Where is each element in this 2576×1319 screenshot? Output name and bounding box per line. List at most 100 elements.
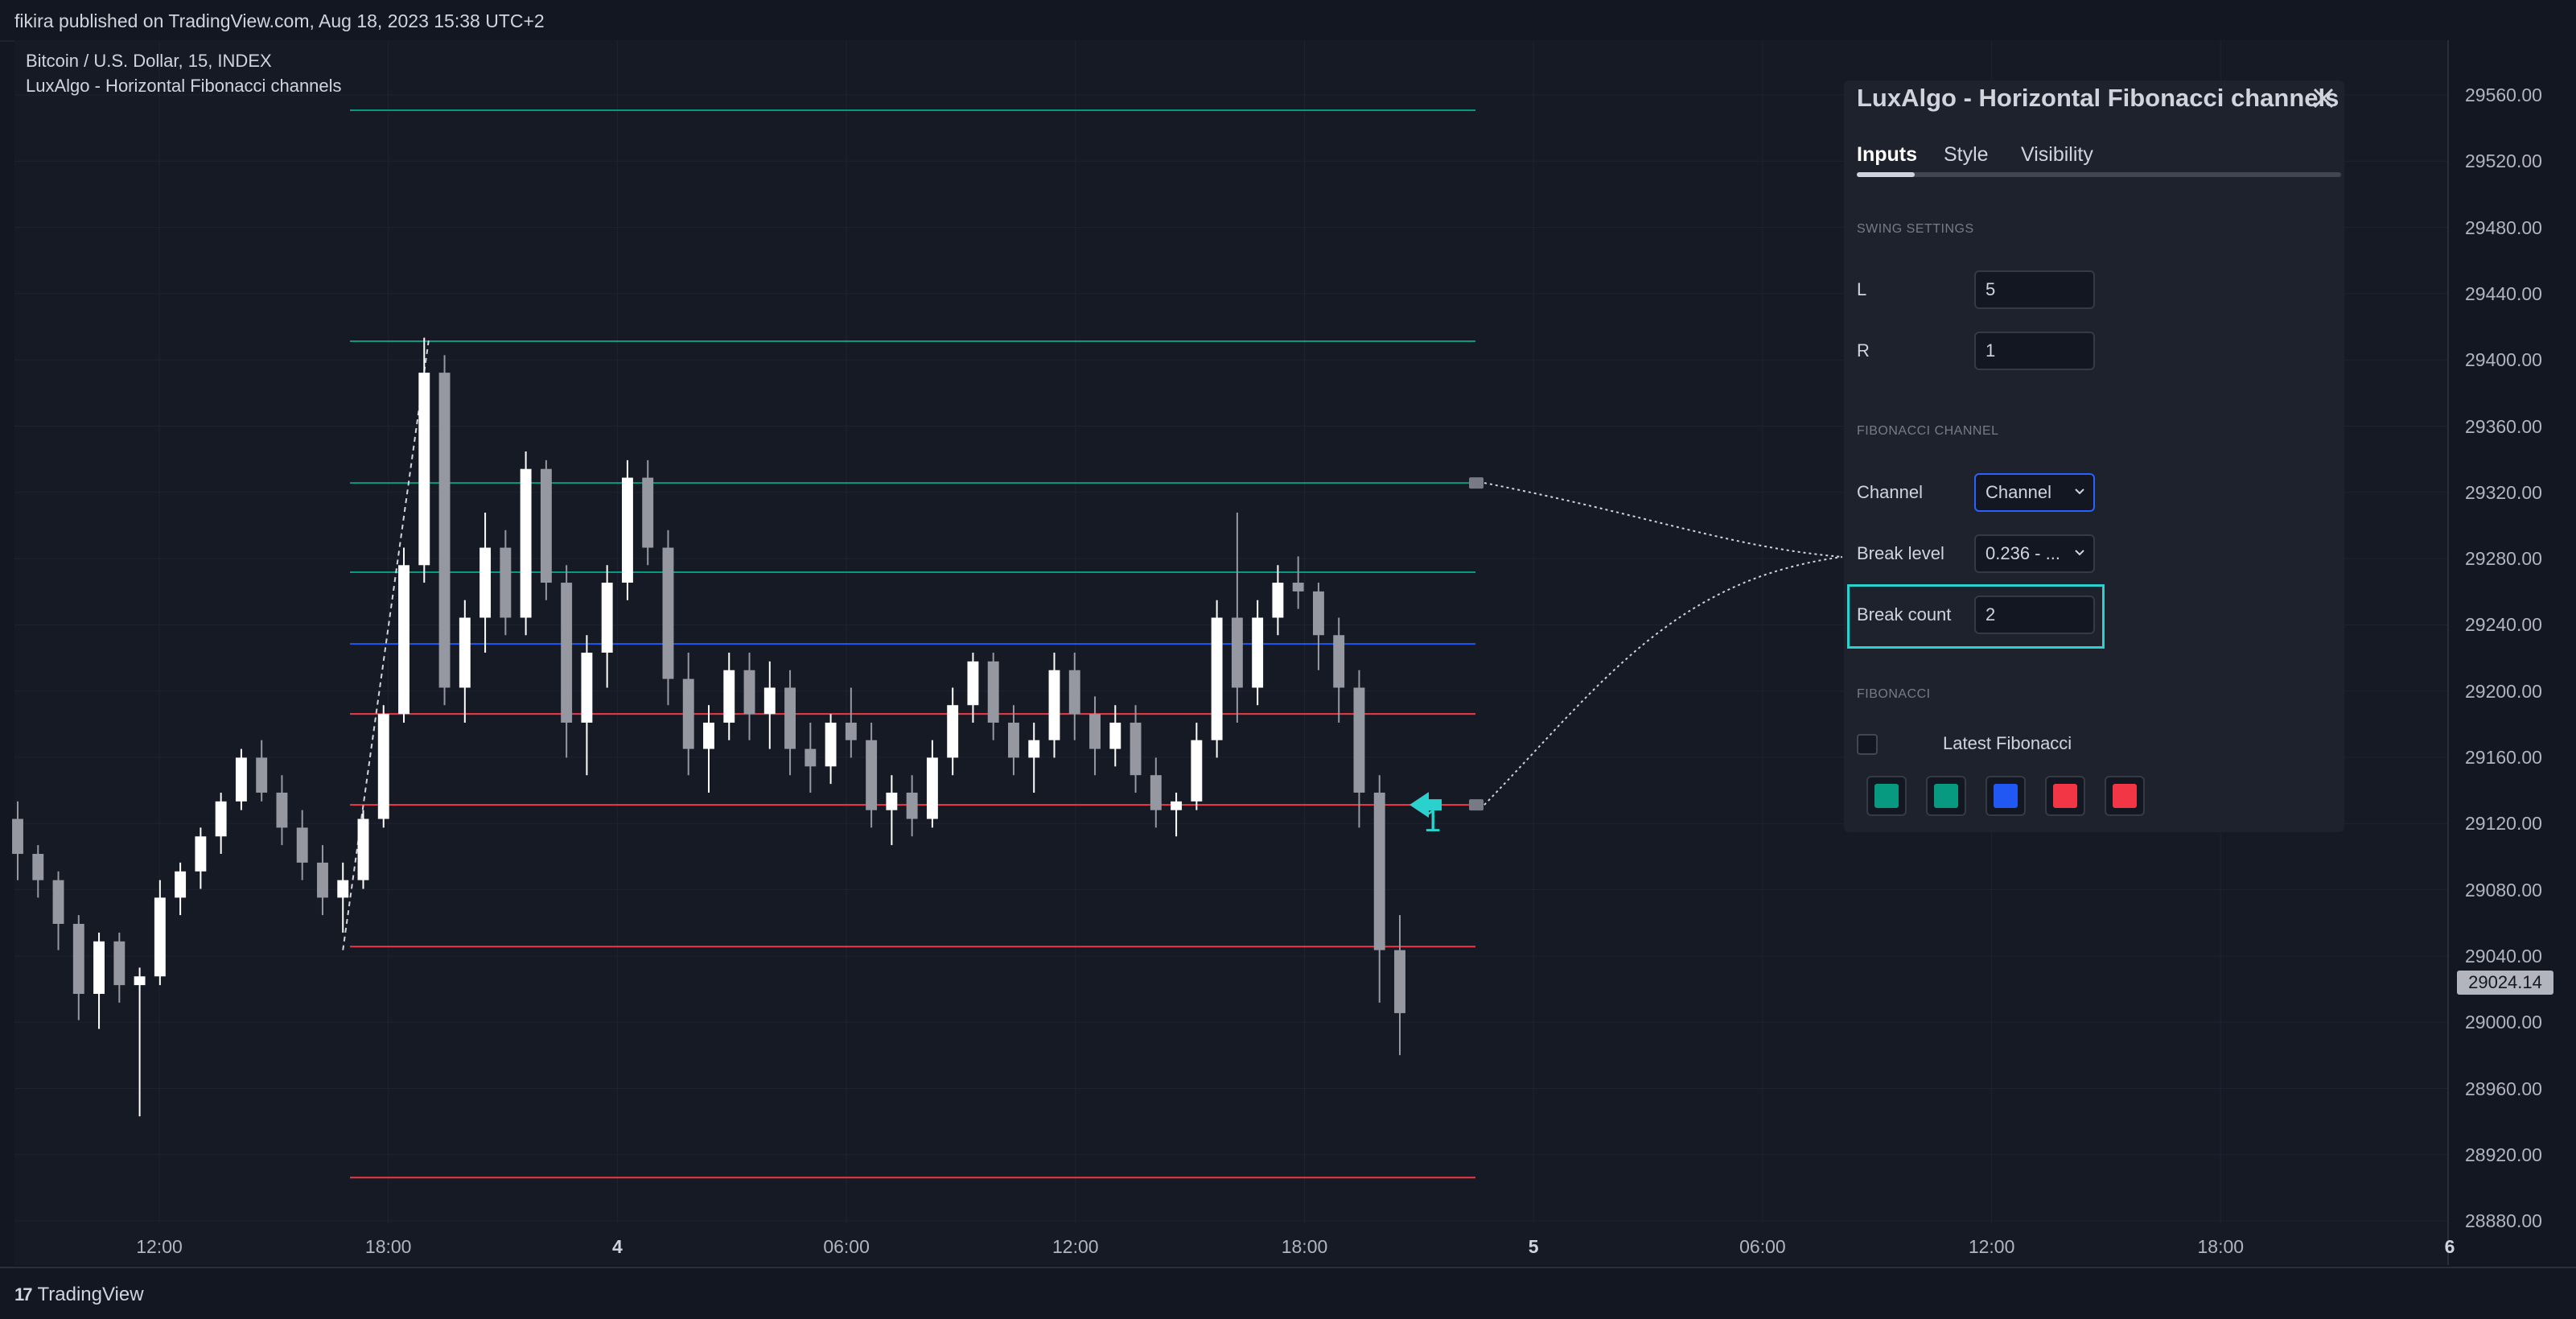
tradingview-logo[interactable]: 17 TradingView xyxy=(14,1284,144,1306)
price-axis-label: 29320.00 xyxy=(2465,481,2542,503)
price-axis-label: 29360.00 xyxy=(2465,415,2542,437)
line-handle xyxy=(1469,799,1483,811)
color-swatch-fill xyxy=(1994,784,2018,808)
candle-body xyxy=(703,722,714,749)
candle-body xyxy=(621,477,633,583)
candle-body xyxy=(1171,801,1183,810)
candle-body xyxy=(438,373,451,688)
candle-body xyxy=(12,818,23,855)
l-input[interactable]: 5 xyxy=(1974,270,2095,309)
price-axis-label: 28920.00 xyxy=(2465,1144,2542,1165)
candle-body xyxy=(1353,687,1365,793)
candle-body xyxy=(662,547,674,679)
candle-body xyxy=(723,670,735,723)
close-icon[interactable] xyxy=(2311,85,2336,111)
candle-body xyxy=(967,661,979,706)
candle-body xyxy=(540,468,552,583)
price-axis-label: 28880.00 xyxy=(2465,1210,2542,1232)
section-fibonacci: FIBONACCI xyxy=(1857,687,1931,701)
candle-body xyxy=(256,757,268,793)
candle-body xyxy=(1191,740,1203,802)
candle-body xyxy=(1150,775,1162,810)
section-fibonacci-channel: FIBONACCI CHANNEL xyxy=(1857,424,1999,438)
candle-body xyxy=(93,941,105,994)
color-swatch-fill xyxy=(2113,784,2137,808)
candle-body xyxy=(845,722,857,740)
color-swatch-fill xyxy=(1874,784,1899,808)
candle-body xyxy=(1130,722,1142,776)
candle-body xyxy=(276,792,288,828)
candle-body xyxy=(784,687,796,749)
indicator-settings-dialog xyxy=(1844,80,2344,832)
candle-body xyxy=(987,661,999,723)
latest-fibonacci-label: Latest Fibonacci xyxy=(1943,733,2072,753)
annotation-number: 1 xyxy=(1424,805,1442,839)
candle-body xyxy=(418,373,430,566)
candle-body xyxy=(1211,617,1223,740)
candle-body xyxy=(561,583,573,723)
r-label: R xyxy=(1857,340,1870,361)
chevron-down-icon xyxy=(2075,550,2084,556)
color-swatch[interactable] xyxy=(2105,776,2145,816)
candle-body xyxy=(1312,591,1324,636)
candle-body xyxy=(886,792,898,810)
color-swatch[interactable] xyxy=(1926,776,1966,816)
candle-body xyxy=(357,818,369,880)
time-axis-label: 06:00 xyxy=(1739,1236,1786,1257)
symbol-legend[interactable]: Bitcoin / U.S. Dollar, 15, INDEX xyxy=(26,51,272,72)
r-input[interactable]: 1 xyxy=(1974,332,2095,370)
price-axis-label: 29000.00 xyxy=(2465,1012,2542,1033)
time-axis-label: 4 xyxy=(611,1236,623,1257)
candle-body xyxy=(947,705,959,758)
price-axis-label: 29480.00 xyxy=(2465,216,2542,238)
candle-body xyxy=(175,871,187,898)
candle-body xyxy=(337,880,349,898)
price-axis-label: 29560.00 xyxy=(2465,84,2542,105)
channel-select[interactable]: Channel xyxy=(1974,473,2095,512)
break-count-input[interactable]: 2 xyxy=(1974,596,2095,634)
candle-body xyxy=(377,714,389,819)
candle-body xyxy=(1089,714,1101,749)
tab-visibility[interactable]: Visibility xyxy=(2021,143,2093,167)
candle-body xyxy=(682,678,694,749)
latest-fibonacci-checkbox[interactable] xyxy=(1857,734,1878,755)
candle-body xyxy=(195,836,207,872)
break-count-label: Break count xyxy=(1857,604,1952,624)
last-price-tag: 29024.14 xyxy=(2457,971,2553,995)
candle-body xyxy=(1008,722,1019,758)
candle-body xyxy=(1252,617,1264,688)
chevron-down-icon xyxy=(2075,488,2084,495)
break-level-select[interactable]: 0.236 - ... xyxy=(1974,534,2095,573)
annotation-layer xyxy=(1409,477,1843,818)
connector-curve xyxy=(1483,556,1843,806)
price-axis-label: 29520.00 xyxy=(2465,150,2542,172)
color-swatch[interactable] xyxy=(1985,776,2026,816)
break-level-label: Break level xyxy=(1857,543,1944,563)
price-axis-label: 29240.00 xyxy=(2465,614,2542,636)
tab-inputs[interactable]: Inputs xyxy=(1857,143,1917,167)
indicator-legend[interactable]: LuxAlgo - Horizontal Fibonacci channels xyxy=(26,76,342,97)
candle-body xyxy=(32,854,44,880)
time-axis-label: 18:00 xyxy=(2197,1236,2245,1257)
tradingview-logo-icon: 17 xyxy=(14,1284,33,1305)
candle-body xyxy=(154,897,166,977)
time-axis-label: 18:00 xyxy=(364,1236,412,1257)
candle-body xyxy=(642,477,654,548)
candle-body xyxy=(215,801,227,837)
time-axis-label: 5 xyxy=(1528,1236,1539,1257)
candle-body xyxy=(1028,740,1040,758)
candle-body xyxy=(601,583,613,653)
bottom-bar xyxy=(0,1267,2576,1319)
price-axis-label: 29120.00 xyxy=(2465,813,2542,835)
tab-style[interactable]: Style xyxy=(1944,143,1989,167)
candle-body xyxy=(235,757,247,802)
dialog-title: LuxAlgo - Horizontal Fibonacci channels xyxy=(1857,84,2339,112)
price-axis-label: 29160.00 xyxy=(2465,747,2542,768)
color-swatch[interactable] xyxy=(1866,776,1907,816)
color-swatch[interactable] xyxy=(2045,776,2085,816)
connector-curve xyxy=(1483,482,1843,558)
candles xyxy=(12,337,1405,1117)
candle-body xyxy=(1231,617,1243,688)
candle-body xyxy=(1394,950,1405,1013)
line-handle xyxy=(1469,477,1483,489)
